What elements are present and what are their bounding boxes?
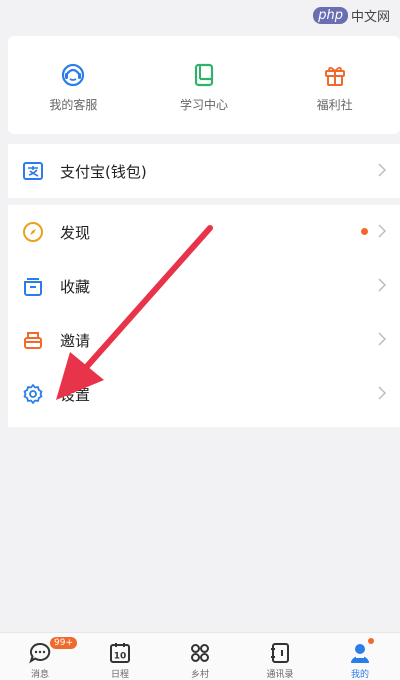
tab-calendar[interactable]: 10 日程 [80,633,160,680]
chevron-right-icon [378,386,386,400]
quick-customer-service[interactable]: 我的客服 [8,62,139,122]
book-icon [194,63,214,87]
quick-learning-center[interactable]: 学习中心 [139,62,270,122]
tab-label: 我的 [350,670,369,680]
chevron-right-icon [378,163,386,177]
invite-icon [22,329,44,351]
watermark-logo: php [313,7,348,24]
unread-badge: 99+ [50,637,77,649]
alipay-card: 支付宝(钱包) [8,144,400,198]
calendar-icon: 10 [110,643,130,663]
menu-item-settings[interactable]: 设置 [8,367,400,421]
folder-icon [22,275,44,297]
calendar-day: 10 [114,652,127,662]
tab-label: 消息 [30,670,49,680]
customer-service-icon [62,63,85,87]
menu-label: 收藏 [60,277,91,296]
alipay-icon [22,160,44,182]
quick-actions: 我的客服 学习中心 福利社 [8,62,400,122]
grid-icon [191,644,209,662]
chevron-right-icon [378,278,386,292]
watermark-text: 中文网 [350,10,390,25]
tab-label: 通讯录 [266,670,294,680]
quick-label: 学习中心 [180,98,229,112]
quick-label: 我的客服 [49,98,98,112]
quick-welfare[interactable]: 福利社 [269,62,400,122]
gear-icon [22,383,44,405]
new-indicator-dot [368,638,374,644]
tab-village[interactable]: 乡村 [160,633,240,680]
bottom-tab-bar: 99+ 消息 10 日程 乡村 通讯录 我的 [0,632,400,680]
quick-label: 福利社 [316,98,353,112]
menu-label: 邀请 [60,331,91,350]
menu-item-invite[interactable]: 邀请 [8,313,400,367]
gift-icon [324,66,345,86]
tab-label: 乡村 [190,670,209,680]
tab-messages[interactable]: 99+ 消息 [0,633,80,680]
tab-me[interactable]: 我的 [320,633,400,680]
chevron-right-icon [378,224,386,238]
profile-icon [351,644,369,663]
chat-bubble-icon [29,642,51,664]
menu-label: 支付宝(钱包) [60,162,147,181]
compass-icon [22,221,44,243]
tab-contacts[interactable]: 通讯录 [240,633,320,680]
new-indicator-dot [361,228,368,235]
menu-label: 发现 [60,223,91,242]
contacts-book-icon [271,643,289,663]
menu-item-alipay[interactable]: 支付宝(钱包) [8,144,400,198]
menu-item-favorites[interactable]: 收藏 [8,259,400,313]
menu-label: 设置 [60,385,91,404]
watermark: php 中文网 [313,6,390,25]
menu-item-discover[interactable]: 发现 [8,205,400,259]
tab-label: 日程 [110,670,129,680]
chevron-right-icon [378,332,386,346]
menu-list-card: 发现 收藏 邀请 设置 [8,205,400,427]
